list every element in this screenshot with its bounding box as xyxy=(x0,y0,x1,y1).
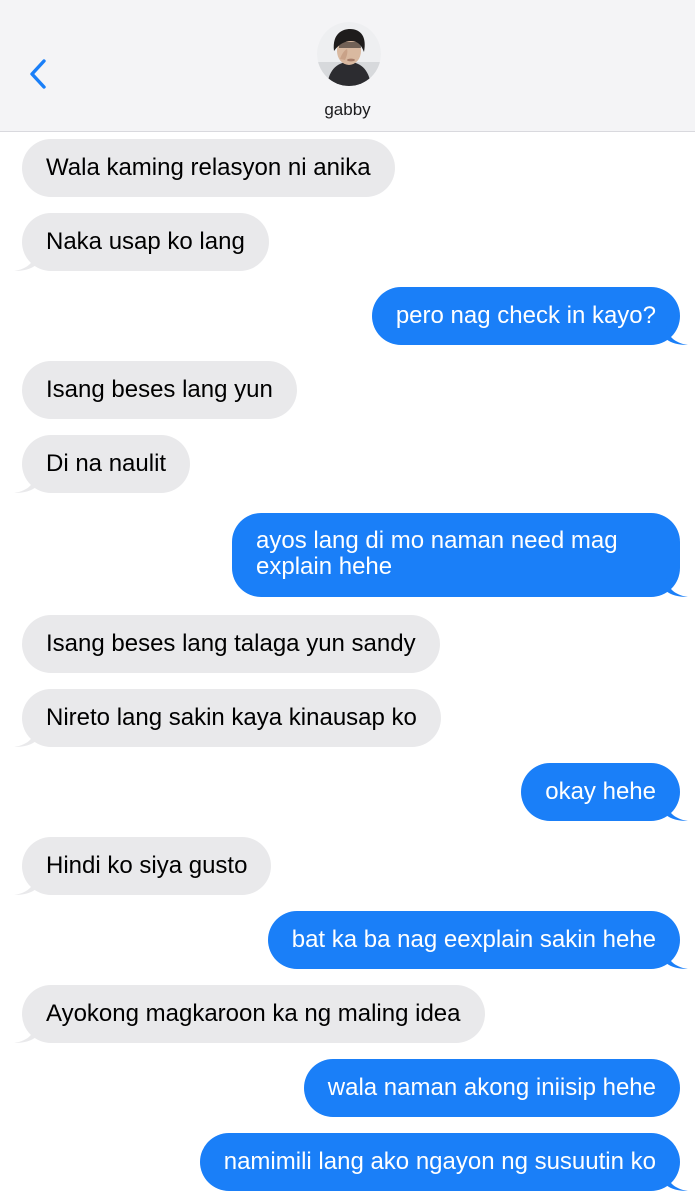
chevron-left-icon xyxy=(30,59,46,89)
message-text: Isang beses lang talaga yun sandy xyxy=(46,630,416,657)
message-bubble-incoming[interactable]: Di na naulit xyxy=(14,435,191,493)
message-text: bat ka ba nag eexplain sakin hehe xyxy=(291,926,656,953)
message-bubble-incoming[interactable]: Isang beses lang yun xyxy=(22,361,297,419)
contact-name[interactable]: gabby xyxy=(0,100,695,120)
bubble-tail-icon xyxy=(14,249,36,271)
message-text: ayos lang di mo naman need mag explain h… xyxy=(256,527,618,580)
back-button[interactable] xyxy=(20,52,60,96)
message-bubble-incoming[interactable]: Hindi ko siya gusto xyxy=(14,837,272,895)
message-text: pero nag check in kayo? xyxy=(395,302,656,329)
message-text: wala naman akong iniisip hehe xyxy=(327,1074,656,1101)
message-bubble-incoming[interactable]: Nireto lang sakin kaya kinausap ko xyxy=(14,689,441,747)
message-text: Nireto lang sakin kaya kinausap ko xyxy=(46,704,417,731)
message-bubble-outgoing[interactable]: wala naman akong iniisip hehe xyxy=(303,1059,680,1117)
message-text: Wala kaming relasyon ni anika xyxy=(46,154,371,181)
message-text: Ayokong magkaroon ka ng maling idea xyxy=(46,1000,461,1027)
message-text: namimili lang ako ngayon ng susuutin ko xyxy=(223,1148,656,1175)
message-text: Hindi ko siya gusto xyxy=(46,852,248,879)
contact-avatar[interactable] xyxy=(317,22,381,86)
message-text: Isang beses lang yun xyxy=(46,376,273,403)
message-bubble-incoming[interactable]: Naka usap ko lang xyxy=(14,213,269,271)
message-text: okay hehe xyxy=(545,778,656,805)
bubble-tail-icon xyxy=(14,471,36,493)
bubble-tail-icon xyxy=(14,1021,36,1043)
bubble-tail-icon xyxy=(666,799,688,821)
messages-screen: gabby Wala kaming relasyon ni anika Naka… xyxy=(0,0,695,1200)
message-bubble-outgoing[interactable]: namimili lang ako ngayon ng susuutin ko xyxy=(199,1133,688,1191)
bubble-tail-icon xyxy=(666,575,688,597)
message-bubble-outgoing[interactable]: bat ka ba nag eexplain sakin hehe xyxy=(267,911,688,969)
message-bubble-outgoing[interactable]: pero nag check in kayo? xyxy=(371,287,688,345)
bubble-tail-icon xyxy=(666,323,688,345)
bubble-tail-icon xyxy=(14,873,36,895)
bubble-tail-icon xyxy=(666,947,688,969)
message-bubble-incoming[interactable]: Isang beses lang talaga yun sandy xyxy=(22,615,440,673)
avatar-photo-icon xyxy=(317,22,381,86)
bubble-tail-icon xyxy=(14,725,36,747)
message-bubble-incoming[interactable]: Ayokong magkaroon ka ng maling idea xyxy=(14,985,485,1043)
message-bubble-outgoing[interactable]: okay hehe xyxy=(521,763,688,821)
message-bubble-outgoing[interactable]: ayos lang di mo naman need mag explain h… xyxy=(232,513,688,597)
conversation-header: gabby xyxy=(0,0,695,132)
message-bubble-incoming[interactable]: Wala kaming relasyon ni anika xyxy=(22,139,395,197)
bubble-tail-icon xyxy=(666,1169,688,1191)
message-text: Naka usap ko lang xyxy=(46,228,245,255)
message-text: Di na naulit xyxy=(46,450,167,477)
